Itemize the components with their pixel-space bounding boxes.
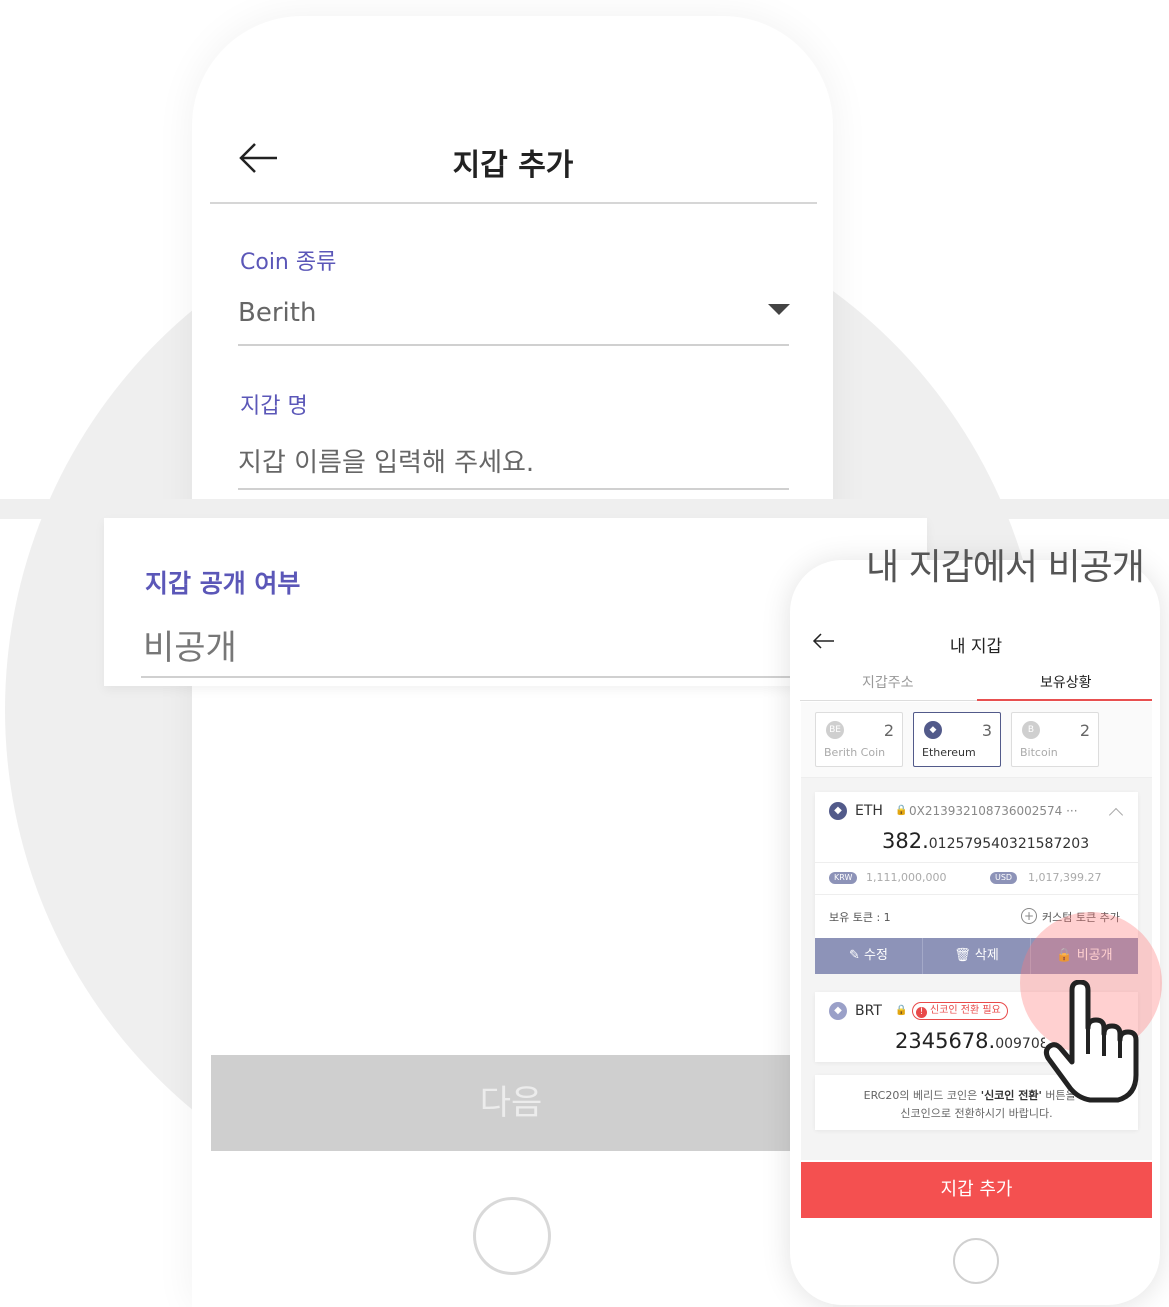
coin-type-underline [238,344,789,346]
visibility-underline [141,676,821,678]
brt-balance: 2345678.0097082 [895,1029,1045,1053]
balance-decimal: 012579540321587203 [928,836,1090,852]
visibility-label: 지갑 공개 여부 [145,569,301,598]
balance-decimal: 0097082 [995,1036,1045,1052]
pointing-hand-icon [1043,980,1139,1103]
plus-circle-icon[interactable]: + [1021,908,1037,924]
caption: 내 지갑에서 비공개 [866,547,1145,588]
ethereum-icon: ◆ [924,721,942,739]
back-arrow-icon[interactable] [237,138,281,178]
lock-icon: 🔒 [895,805,908,816]
berith-coin-icon: ◆ [829,1002,847,1020]
card-divider [815,862,1138,863]
page-title: 내 지갑 [949,637,1003,657]
krw-value: 1,111,000,000 [866,871,947,884]
badge-label: 신코인 전환 필요 [930,1005,1001,1016]
tab-holdings[interactable]: 보유상황 [1040,672,1092,692]
wallet-address: 0X213932108736002574 ··· [909,804,1078,818]
eth-balance: 382.012579540321587203 [882,829,1089,853]
coin-tab-berith[interactable]: BE 2 Berith Coin [815,712,903,767]
berith-coin-icon: BE [826,721,844,739]
edit-button[interactable]: ✎ 수정 [815,938,922,974]
coin-name: Bitcoin [1020,746,1058,759]
usd-badge: USD [990,872,1018,884]
visibility-select[interactable]: 비공개 [143,620,237,669]
page-title: 지갑 추가 [452,148,574,183]
coin-tab-bitcoin[interactable]: B 2 Bitcoin [1011,712,1099,767]
conversion-required-badge[interactable]: ! 신코인 전환 필요 [912,1002,1008,1020]
next-button[interactable]: 다음 [211,1055,811,1151]
wallet-name-label: 지갑 명 [240,394,308,419]
notice-line-2: 신코인으로 전환하시기 바랍니다. [900,1107,1053,1120]
edit-label: 수정 [864,948,888,963]
coin-count: 2 [883,721,894,740]
coin-symbol: ETH [855,803,883,819]
back-arrow-icon[interactable] [812,631,836,651]
bitcoin-icon: B [1022,721,1040,739]
home-button[interactable] [473,1197,551,1275]
balance-integer: 382. [882,829,929,853]
home-button[interactable] [953,1238,999,1284]
coin-count: 3 [981,721,992,740]
tab-active-indicator [977,699,1152,701]
coin-name: Ethereum [922,746,976,759]
dropdown-caret-icon[interactable] [768,304,790,315]
add-wallet-button[interactable]: 지갑 추가 [801,1162,1152,1218]
coin-tab-ethereum[interactable]: ◆ 3 Ethereum [913,712,1001,767]
usd-value: 1,017,399.27 [1028,871,1102,884]
coin-count: 2 [1079,721,1090,740]
wallet-name-underline [238,488,789,490]
wallet-name-input[interactable]: 지갑 이름을 입력해 주세요. [238,442,534,479]
ethereum-icon: ◆ [829,802,847,820]
alert-icon: ! [916,1007,927,1018]
trash-icon: 🗑 [954,948,975,963]
tab-wallet-address[interactable]: 지갑주소 [862,672,914,692]
delete-button[interactable]: 🗑 삭제 [923,938,1030,974]
krw-badge: KRW [829,872,858,884]
coin-name: Berith Coin [824,746,886,759]
balance-integer: 2345678. [895,1029,996,1053]
card-divider [815,894,1138,895]
coin-type-select[interactable]: Berith [238,298,316,328]
lock-icon: 🔒 [895,1005,908,1016]
overlay-gap [0,499,1169,519]
delete-label: 삭제 [974,948,999,963]
holding-tokens: 보유 토큰 : 1 [829,911,891,924]
coin-symbol: BRT [855,1003,882,1019]
coin-type-label: Coin 종류 [240,250,337,275]
header-divider [210,202,817,204]
pencil-icon: ✎ [849,948,865,963]
